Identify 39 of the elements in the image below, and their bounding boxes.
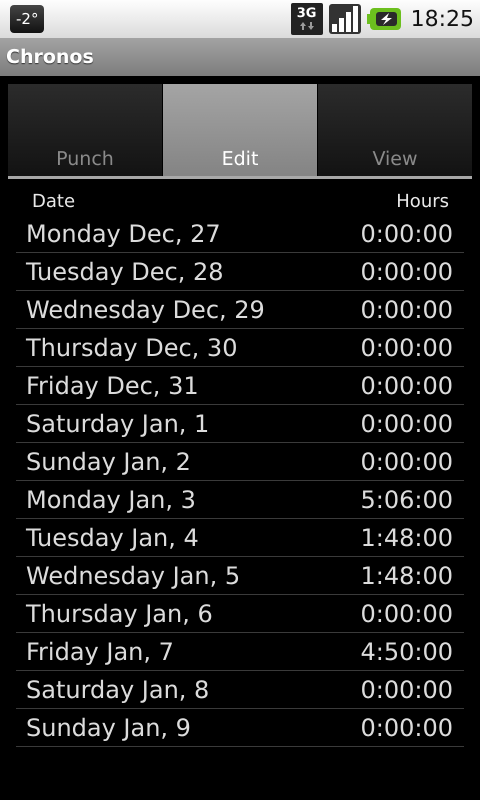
hours-cell: 5:06:00 bbox=[360, 486, 453, 514]
hours-cell: 0:00:00 bbox=[360, 334, 453, 362]
date-cell: Sunday Jan, 9 bbox=[26, 714, 191, 742]
date-cell: Thursday Dec, 30 bbox=[26, 334, 238, 362]
tab[interactable]: Edit bbox=[163, 84, 317, 176]
hours-cell: 4:50:00 bbox=[360, 638, 453, 666]
column-header: Hours bbox=[396, 191, 449, 214]
hours-cell: 0:00:00 bbox=[360, 410, 453, 438]
hours-cell: 0:00:00 bbox=[360, 600, 453, 628]
hours-cell: 0:00:00 bbox=[360, 448, 453, 476]
date-cell: Monday Jan, 3 bbox=[26, 486, 196, 514]
battery-charging-icon bbox=[366, 8, 401, 30]
date-cell: Wednesday Jan, 5 bbox=[26, 562, 240, 590]
tab[interactable]: View bbox=[318, 84, 472, 176]
hours-cell: 1:48:00 bbox=[360, 562, 453, 590]
date-cell: Friday Dec, 31 bbox=[26, 372, 199, 400]
network-icon: 3G bbox=[290, 3, 323, 35]
date-cell: Saturday Jan, 8 bbox=[26, 676, 210, 704]
temperature-badge: -2° bbox=[10, 5, 44, 33]
date-cell: Sunday Jan, 2 bbox=[26, 448, 191, 476]
signal-icon bbox=[328, 4, 361, 34]
date-cell: Tuesday Dec, 28 bbox=[26, 258, 224, 286]
date-cell: Monday Dec, 27 bbox=[26, 220, 221, 248]
tab[interactable]: Punch bbox=[8, 84, 162, 176]
clock: 18:25 bbox=[410, 6, 474, 32]
hours-cell: 0:00:00 bbox=[360, 220, 453, 248]
app-title: Chronos bbox=[6, 46, 94, 68]
hours-cell: 0:00:00 bbox=[360, 296, 453, 324]
hours-cell: 0:00:00 bbox=[360, 258, 453, 286]
column-header: Date bbox=[32, 191, 76, 214]
hours-cell: 0:00:00 bbox=[360, 676, 453, 704]
date-cell: Friday Jan, 7 bbox=[26, 638, 174, 666]
date-cell: Saturday Jan, 1 bbox=[26, 410, 210, 438]
hours-cell: 0:00:00 bbox=[360, 372, 453, 400]
date-cell: Wednesday Dec, 29 bbox=[26, 296, 265, 324]
date-cell: Tuesday Jan, 4 bbox=[26, 524, 199, 552]
date-cell: Thursday Jan, 6 bbox=[26, 600, 213, 628]
hours-cell: 0:00:00 bbox=[360, 714, 453, 742]
hours-cell: 1:48:00 bbox=[360, 524, 453, 552]
